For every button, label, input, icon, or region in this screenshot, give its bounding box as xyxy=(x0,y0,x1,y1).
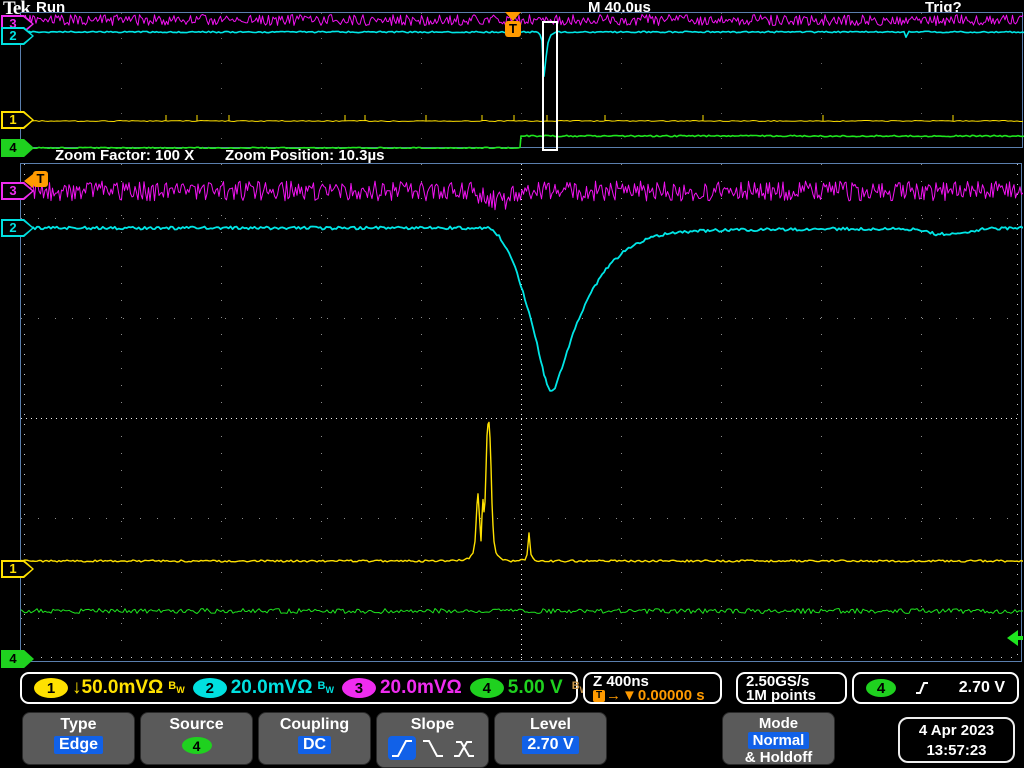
menu-source-button[interactable]: Source 4 xyxy=(140,712,253,765)
ch1-badge: 1 xyxy=(34,678,68,698)
ch3-badge: 3 xyxy=(341,678,376,698)
time: 13:57:23 xyxy=(926,742,987,759)
either-slope-icon[interactable] xyxy=(450,736,478,760)
mode-extra: & Holdoff xyxy=(744,749,813,766)
source-channel-badge: 4 xyxy=(181,737,212,754)
trigger-readout: 4 2.70 V xyxy=(852,672,1019,704)
main-ch4-marker[interactable]: 4 xyxy=(1,650,34,668)
trigger-flag-t-icon[interactable]: T xyxy=(33,171,48,187)
ch1-bandwidth-icon: BW xyxy=(168,680,185,695)
zoom-window-marker[interactable] xyxy=(542,21,558,151)
acquisition-readout: 2.50GS/s 1M points xyxy=(736,672,847,704)
zoom-waveforms xyxy=(21,180,1023,614)
ch4-scale: 5.00 V xyxy=(507,677,563,698)
zoom-position-readout: Zoom Position: 10.3µs xyxy=(225,147,385,164)
zoom-scale-readout: Z 400ns T → ▼ 0.00000 s xyxy=(583,672,722,704)
main-ch3-marker[interactable]: 3 xyxy=(1,182,34,200)
overview-ch4-marker[interactable]: 4 xyxy=(1,139,34,157)
datetime-display: 4 Apr 2023 13:57:23 xyxy=(898,717,1015,763)
menu-slope-button[interactable]: Slope xyxy=(376,712,489,768)
record-length: 1M points xyxy=(746,687,816,704)
date: 4 Apr 2023 xyxy=(918,722,995,739)
zoom-waveform-window xyxy=(20,163,1023,662)
trigger-source-badge: 4 xyxy=(866,679,896,697)
trigger-position-readout: T → ▼ 0.00000 s xyxy=(593,688,712,703)
level-value: 2.70 V xyxy=(522,736,579,754)
menu-type-button[interactable]: Type Edge xyxy=(22,712,135,765)
menu-level-button[interactable]: Level 2.70 V xyxy=(494,712,607,765)
type-value: Edge xyxy=(53,736,104,754)
main-ch1-marker[interactable]: 1 xyxy=(1,560,34,578)
rising-edge-icon xyxy=(916,682,928,694)
ch1-scale: ↓50.0mVΩ xyxy=(72,677,164,698)
trigger-level-value: 2.70 V xyxy=(958,679,1005,696)
menu-mode-button[interactable]: Mode Normal & Holdoff xyxy=(722,712,835,766)
main-ch2-marker[interactable]: 2 xyxy=(1,219,34,237)
ch2-bandwidth-icon: BW xyxy=(317,680,334,695)
oscilloscope-screen: Tek Run M 40.0µs Trig? T 3 2 1 4 Zoom Fa… xyxy=(0,0,1024,768)
menu-coupling-button[interactable]: Coupling DC xyxy=(258,712,371,765)
channel-scale-readouts: 1 ↓50.0mVΩ BW 2 20.0mVΩ BW 3 20.0mVΩ 4 5… xyxy=(20,672,588,704)
zoom-factor-readout: Zoom Factor: 100 X xyxy=(55,147,195,164)
trigger-t-icon[interactable]: T xyxy=(505,21,521,37)
overview-window xyxy=(20,12,1024,151)
mode-value: Normal xyxy=(747,732,810,749)
ch4-badge: 4 xyxy=(469,678,504,698)
overview-waveforms xyxy=(21,14,1024,149)
trigger-t-icon: T xyxy=(593,690,605,702)
rising-slope-icon[interactable] xyxy=(387,736,416,760)
overview-ch2-marker[interactable]: 2 xyxy=(1,27,34,45)
trigger-position-icon[interactable] xyxy=(505,12,521,21)
falling-slope-icon[interactable] xyxy=(419,736,447,760)
ch2-scale: 20.0mVΩ xyxy=(230,677,313,698)
ch2-badge: 2 xyxy=(192,678,227,698)
overview-ch1-marker[interactable]: 1 xyxy=(1,111,34,129)
ch3-scale: 20.0mVΩ xyxy=(379,677,462,698)
coupling-value: DC xyxy=(297,736,332,754)
